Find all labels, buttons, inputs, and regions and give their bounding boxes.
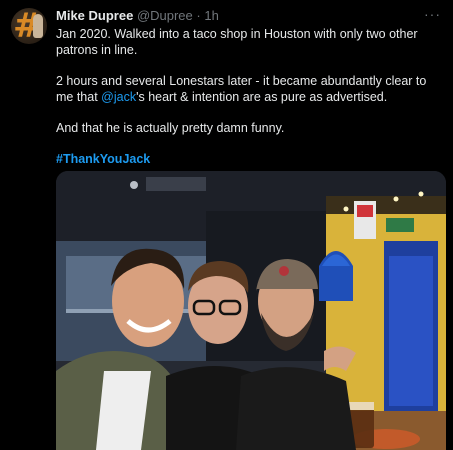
avatar-figure	[33, 14, 43, 38]
avatar[interactable]: #	[11, 8, 47, 44]
tweet-line-2: 2 hours and several Lonestars later - it…	[56, 73, 446, 105]
author-name[interactable]: Mike Dupree	[56, 8, 133, 23]
tweet-line-2-suffix: 's heart & intention are as pure as adve…	[136, 90, 388, 104]
tweet-photo[interactable]	[56, 171, 446, 450]
tweet[interactable]: # Mike Dupree @Dupree · 1h ··· Jan 2020.…	[0, 0, 453, 450]
tweet-line-3: And that he is actually pretty damn funn…	[56, 121, 285, 135]
more-horizontal-icon[interactable]: ···	[424, 6, 441, 22]
author-handle[interactable]: @Dupree	[137, 8, 193, 23]
separator-dot: ·	[196, 8, 201, 23]
mention-link[interactable]: @jack	[101, 90, 136, 104]
hashtag-link[interactable]: #ThankYouJack	[56, 151, 446, 167]
tweet-header: Mike Dupree @Dupree · 1h	[56, 8, 219, 23]
tweet-line-1: Jan 2020. Walked into a taco shop in Hou…	[56, 27, 418, 57]
tweet-text: Jan 2020. Walked into a taco shop in Hou…	[56, 26, 446, 167]
photo-illustration	[56, 171, 446, 450]
timestamp[interactable]: 1h	[204, 8, 218, 23]
